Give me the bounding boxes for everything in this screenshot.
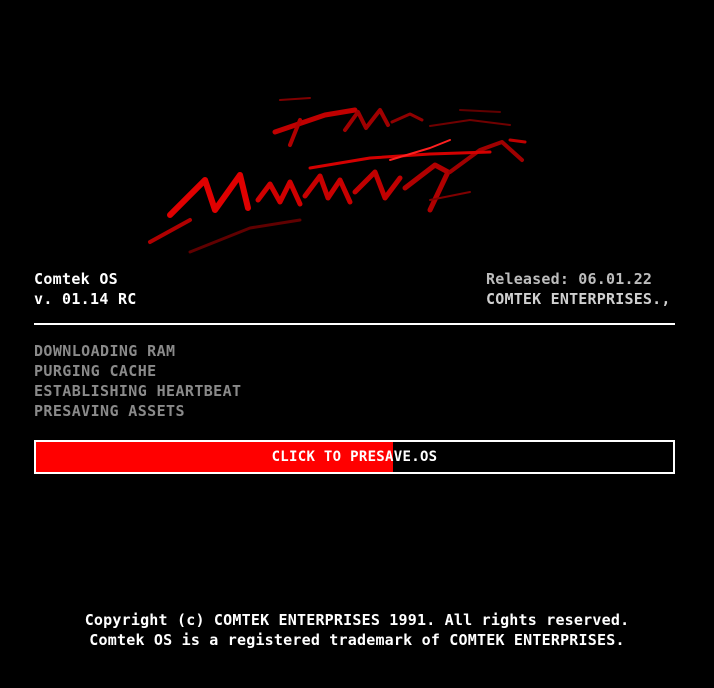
app-info: Comtek OS v. 01.14 RC xyxy=(34,269,137,309)
status-line: PURGING CACHE xyxy=(34,362,157,380)
status-list: DOWNLOADING RAM PURGING CACHE ESTABLISHI… xyxy=(34,341,241,421)
app-version: v. 01.14 RC xyxy=(34,290,137,308)
app-name: Comtek OS xyxy=(34,270,118,288)
release-date: Released: 06.01.22 xyxy=(486,270,653,288)
presave-button[interactable]: CLICK TO PRESAVE.OS xyxy=(34,440,675,474)
status-line: DOWNLOADING RAM xyxy=(34,342,176,360)
release-info: Released: 06.01.22 COMTEK ENTERPRISES., xyxy=(486,269,671,309)
copyright-text: Copyright (c) COMTEK ENTERPRISES 1991. A… xyxy=(84,611,630,629)
midnight-logo xyxy=(148,97,527,254)
footer: Copyright (c) COMTEK ENTERPRISES 1991. A… xyxy=(0,610,714,650)
status-line: PRESAVING ASSETS xyxy=(34,402,185,420)
status-line: ESTABLISHING HEARTBEAT xyxy=(34,382,242,400)
presave-button-label: CLICK TO PRESAVE.OS xyxy=(271,449,438,465)
company-name: COMTEK ENTERPRISES., xyxy=(486,290,671,308)
divider xyxy=(34,323,675,325)
trademark-text: Comtek OS is a registered trademark of C… xyxy=(89,631,625,649)
